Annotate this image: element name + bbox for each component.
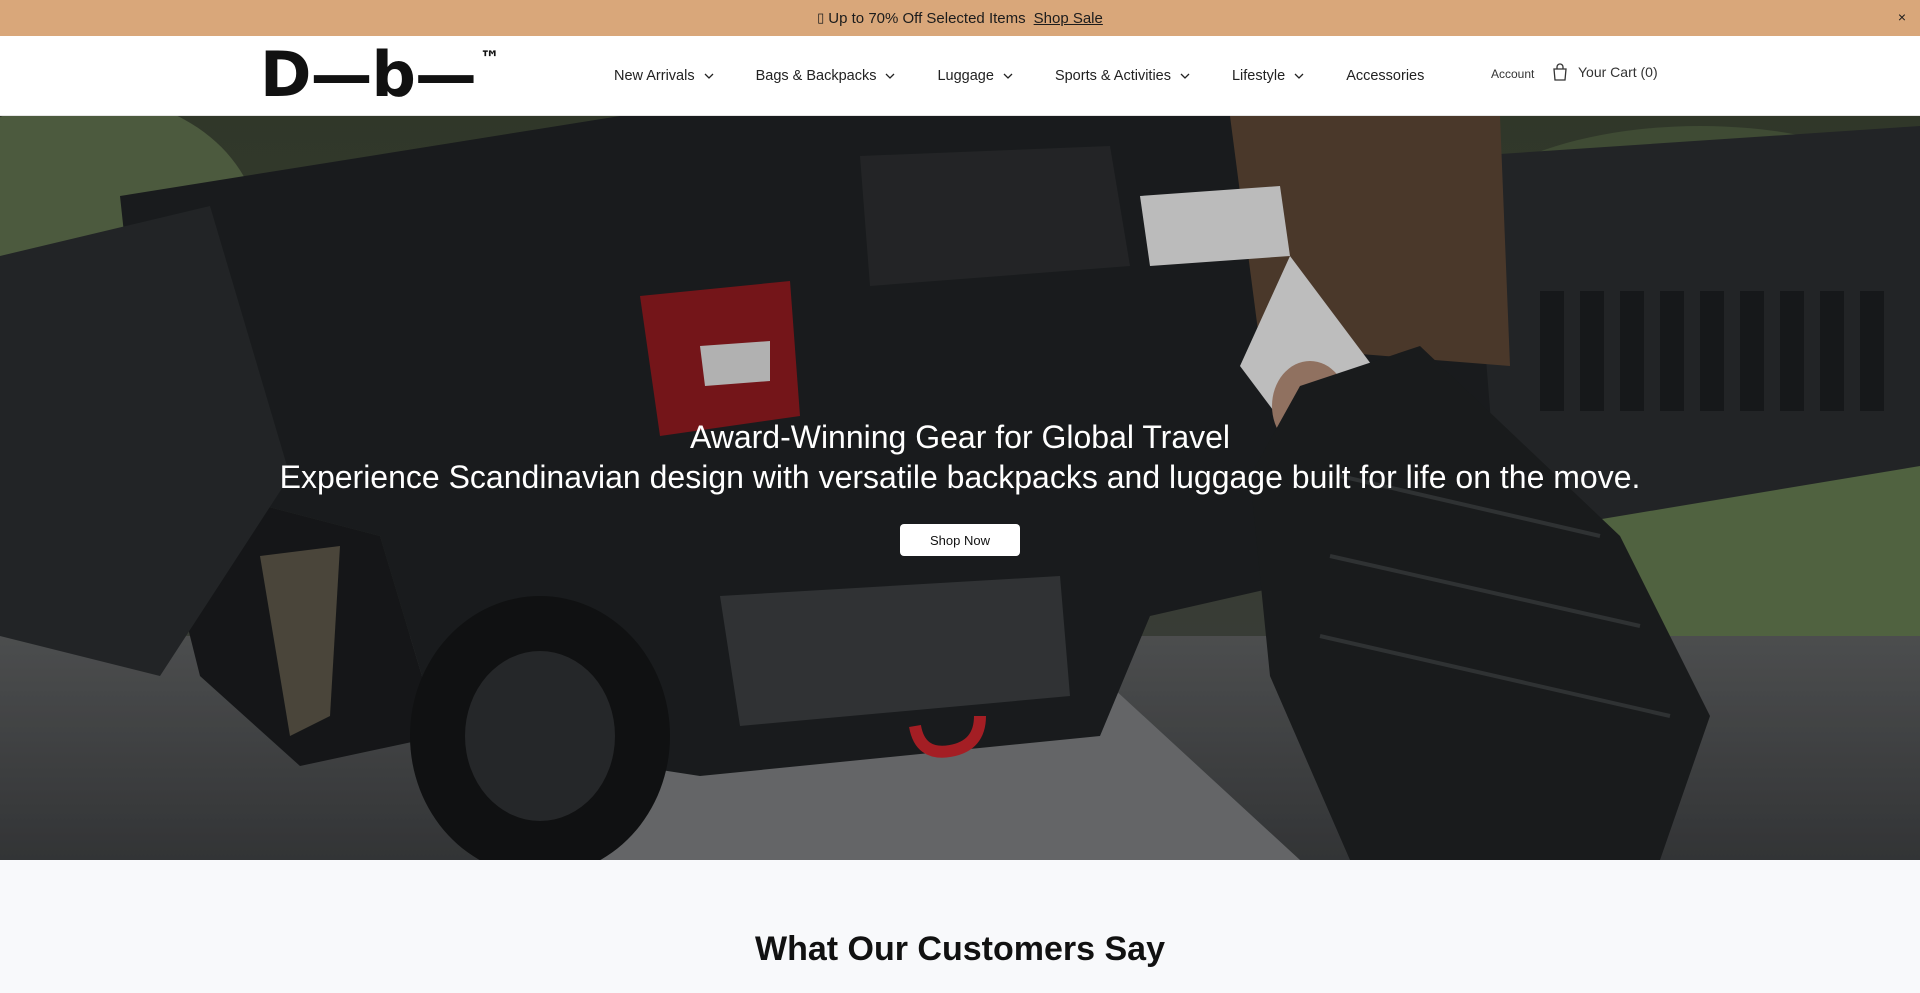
chevron-down-icon: [1294, 73, 1304, 79]
chevron-down-icon: [886, 73, 895, 79]
hero-title: Award-Winning Gear for Global Travel: [689, 419, 1231, 455]
logo-text: D—b—: [260, 38, 477, 111]
nav-item-label: Accessories: [1346, 68, 1425, 84]
nav-item-label: Luggage: [937, 68, 994, 84]
hero-content: Award-Winning Gear for Global Travel Exp…: [0, 116, 1920, 860]
shop-now-button[interactable]: Shop Now: [900, 524, 1020, 556]
logo-trademark: ™: [479, 46, 500, 70]
nav-item-accessories[interactable]: Accessories: [1346, 68, 1424, 84]
nav-item-label: Sports & Activities: [1054, 68, 1171, 84]
account-link[interactable]: Account: [1491, 67, 1534, 81]
main-nav: New Arrivals Bags & Backpacks Luggage Sp…: [614, 36, 1424, 116]
announcement-message: Up to 70% Off Selected Items: [828, 9, 1026, 27]
section-heading: What Our Customers Say: [755, 930, 1165, 968]
hero-banner: Award-Winning Gear for Global Travel Exp…: [0, 116, 1920, 860]
chevron-down-icon: [1003, 73, 1013, 79]
nav-item-label: Lifestyle: [1231, 68, 1286, 84]
announcement-bar: ▯ Up to 70% Off Selected Items Shop Sale…: [0, 0, 1920, 36]
chevron-down-icon: [704, 73, 714, 79]
hero-subtitle: Experience Scandinavian design with vers…: [279, 459, 1641, 495]
close-icon[interactable]: ×: [1898, 9, 1906, 25]
chevron-down-icon: [1180, 73, 1190, 79]
site-header: D—b— ™ New Arrivals Bags & Backpacks Lug…: [0, 36, 1920, 116]
gift-icon: ▯: [817, 10, 825, 25]
nav-item-luggage[interactable]: Luggage: [937, 68, 1013, 84]
cart-link[interactable]: Your Cart (0): [1552, 63, 1658, 81]
shop-sale-link[interactable]: Shop Sale: [1034, 10, 1103, 27]
nav-item-sports-activities[interactable]: Sports & Activities: [1055, 68, 1190, 84]
shopping-bag-icon: [1553, 63, 1567, 81]
nav-item-label: New Arrivals: [614, 68, 695, 84]
nav-item-label: Bags & Backpacks: [755, 68, 877, 84]
nav-item-new-arrivals[interactable]: New Arrivals: [614, 68, 714, 84]
logo[interactable]: D—b— ™: [260, 44, 500, 106]
testimonials-section: What Our Customers Say: [0, 860, 1920, 993]
nav-item-lifestyle[interactable]: Lifestyle: [1232, 68, 1304, 84]
nav-item-bags-backpacks[interactable]: Bags & Backpacks: [756, 68, 896, 84]
cart-label: Your Cart (0): [1578, 64, 1658, 80]
